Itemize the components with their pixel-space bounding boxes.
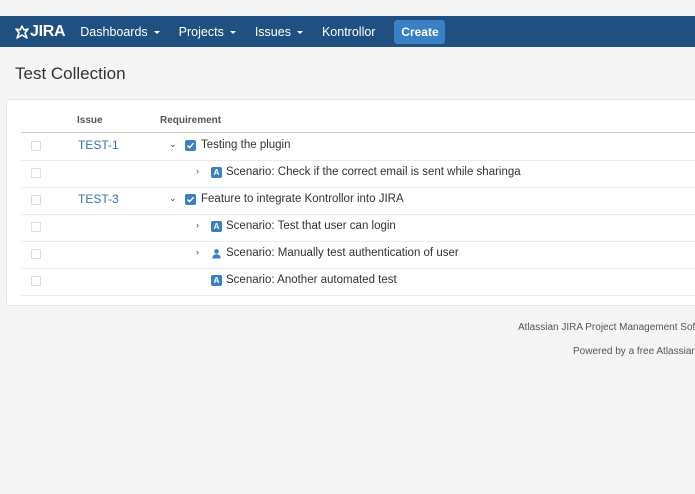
chevron-down-icon [153,30,160,34]
row-select-checkbox[interactable] [31,168,41,178]
chevron-right-icon[interactable]: › [196,247,199,257]
requirement-text[interactable]: Testing the plugin [201,139,291,151]
checkbox-icon [185,140,196,151]
nav-issues[interactable]: Issues [255,25,303,39]
column-header-issue[interactable]: Issue [77,115,103,126]
jira-logo[interactable]: JIRA [15,22,66,41]
nav-projects-label: Projects [178,24,224,39]
logo-text: JIRA [30,22,66,40]
top-navigation-bar: JIRA Dashboards Projects Issues Kontroll… [0,16,695,47]
chevron-down-icon [229,30,236,34]
table-row: TEST-3 ⌄ Feature to integrate Kontrollor… [21,187,695,215]
table-row: A Scenario: Another automated test [21,268,695,296]
requirement-text[interactable]: Scenario: Test that user can login [226,220,396,232]
row-select-checkbox[interactable] [31,249,41,259]
manual-user-icon [211,248,222,259]
table-row: › Scenario: Manually test authentication… [21,241,695,269]
table-row: › A Scenario: Test that user can login [21,214,695,242]
footer-powered-text[interactable]: Powered by a free Atlassian [573,346,695,357]
footer-product-text[interactable]: Atlassian JIRA Project Management Softw [518,322,695,333]
nav-kontrollor-label: Kontrollor [321,24,376,39]
nav-dashboards[interactable]: Dashboards [80,24,160,39]
chevron-down-icon[interactable]: ⌄ [169,193,177,204]
nav-projects[interactable]: Projects [179,25,236,39]
test-collection-panel: Issue Requirement TEST-1 ⌄ Testing the p… [6,99,695,306]
row-select-checkbox[interactable] [31,222,41,232]
automated-icon: A [211,167,222,178]
checkbox-icon [185,194,196,205]
jira-logo-icon [15,24,29,39]
create-button[interactable]: Create [394,19,446,44]
requirement-text[interactable]: Scenario: Manually test authentication o… [226,247,459,259]
requirement-text[interactable]: Feature to integrate Kontrollor into JIR… [201,193,404,205]
automated-icon: A [211,221,222,232]
chevron-down-icon[interactable]: ⌄ [169,139,177,150]
row-select-checkbox[interactable] [31,141,41,151]
table-row: TEST-1 ⌄ Testing the plugin [21,133,695,161]
chevron-down-icon [296,30,303,34]
column-header-requirement[interactable]: Requirement [160,115,221,126]
nav-kontrollor[interactable]: Kontrollor [322,25,376,39]
row-select-checkbox[interactable] [31,276,41,286]
page-title: Test Collection [15,64,126,83]
issue-link[interactable]: TEST-1 [78,138,119,152]
table-row: › A Scenario: Check if the correct email… [21,160,695,188]
row-select-checkbox[interactable] [31,195,41,205]
requirement-text[interactable]: Scenario: Another automated test [226,274,397,286]
nav-dashboards-label: Dashboards [80,24,148,39]
main-nav: Dashboards Projects Issues Kontrollor Cr… [80,19,446,44]
requirement-text[interactable]: Scenario: Check if the correct email is … [226,166,521,178]
issue-link[interactable]: TEST-3 [78,192,119,206]
automated-icon: A [211,275,222,286]
chevron-right-icon[interactable]: › [196,220,199,230]
nav-issues-label: Issues [254,24,291,39]
chevron-right-icon[interactable]: › [196,166,199,176]
